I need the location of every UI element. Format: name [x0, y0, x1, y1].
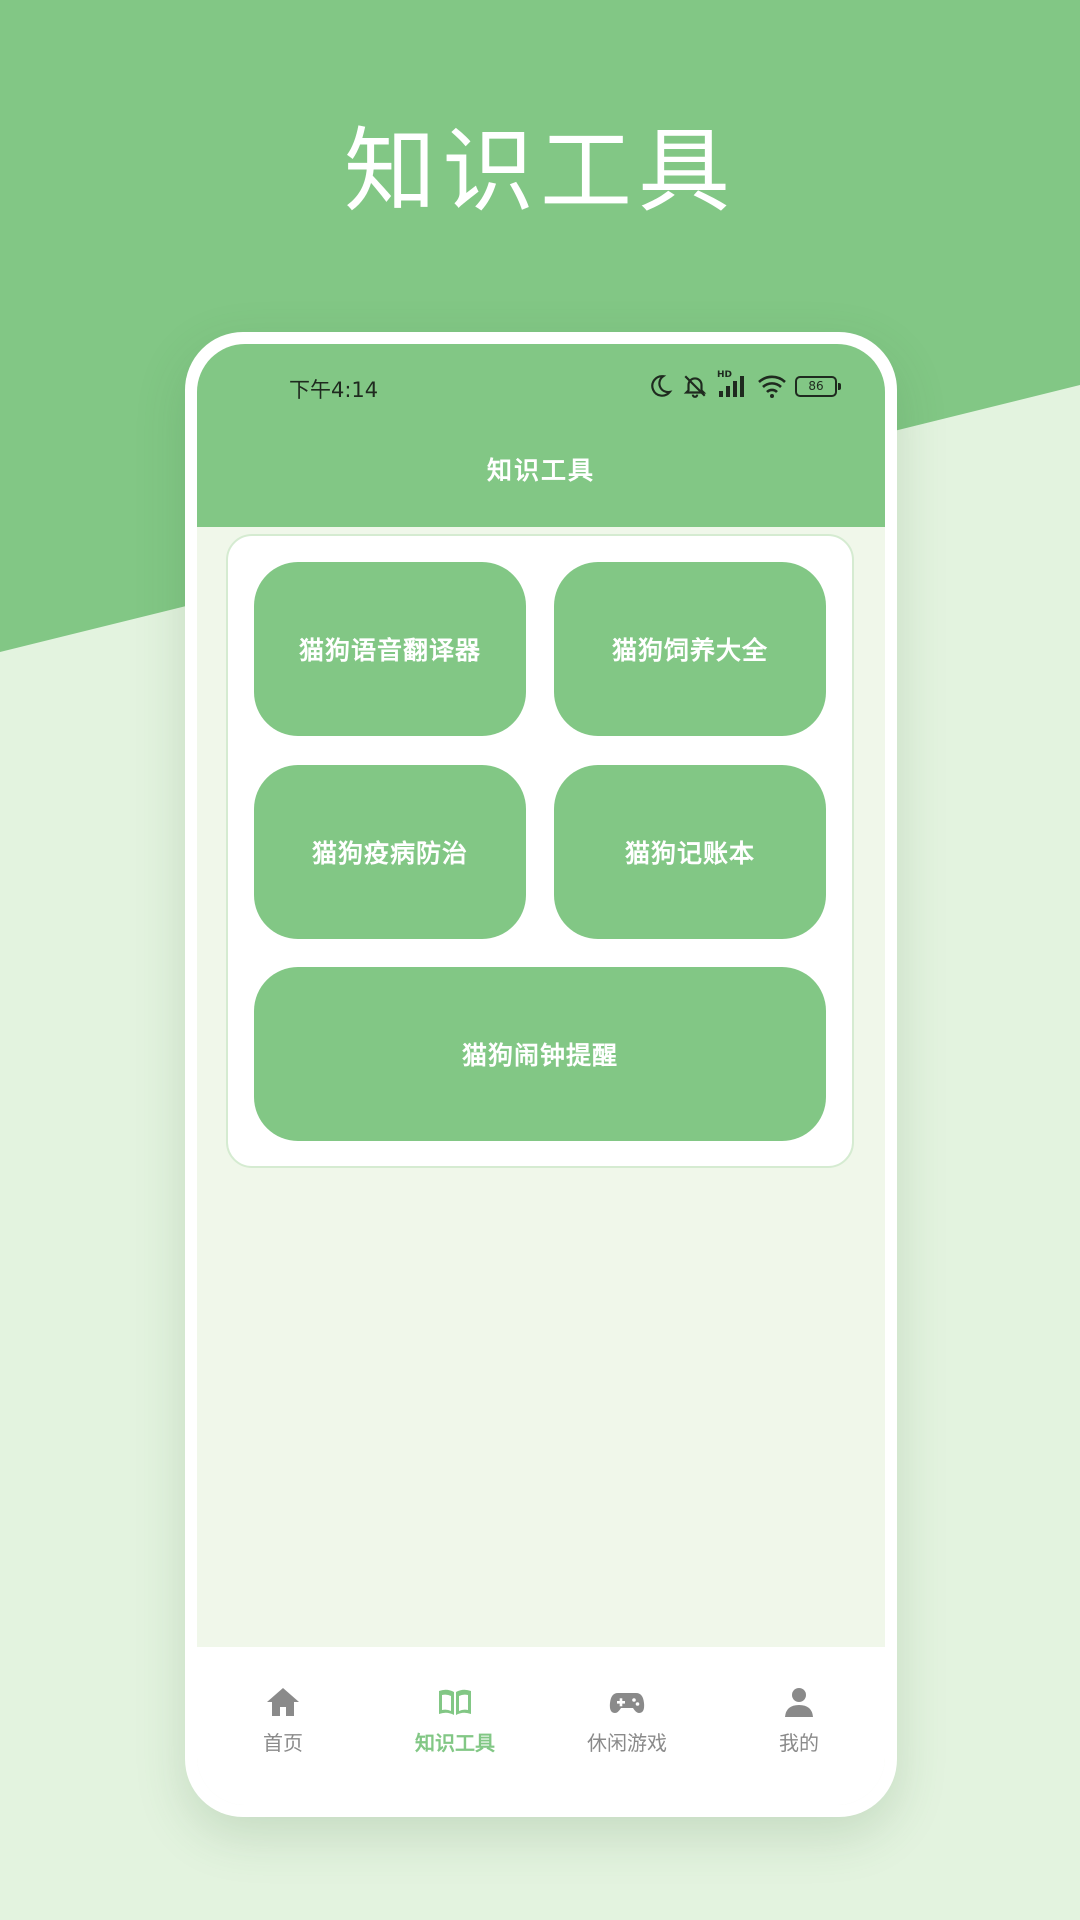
disease-prevention-button[interactable]: 猫狗疫病防治: [254, 765, 526, 939]
tab-games-label: 休闲游戏: [587, 1731, 667, 1755]
cell-signal-icon: HD: [717, 370, 749, 399]
tab-profile[interactable]: 我的: [713, 1647, 885, 1805]
alarm-reminder-button[interactable]: 猫狗闹钟提醒: [254, 967, 826, 1141]
page-title: 知识工具: [486, 456, 595, 485]
tab-profile-label: 我的: [779, 1731, 819, 1755]
phone-mockup: 下午4:14 HD 86 知识工具 猫狗语音翻译器 猫狗饲养大全 猫狗疫病防治 …: [185, 332, 897, 1817]
status-time: 下午4:14: [289, 378, 379, 402]
expense-book-button[interactable]: 猫狗记账本: [554, 765, 826, 939]
app-header: 知识工具: [197, 434, 885, 527]
tab-games[interactable]: 休闲游戏: [541, 1647, 713, 1805]
bell-muted-icon: [683, 375, 707, 398]
status-icons: HD 86: [647, 370, 841, 401]
home-icon: [267, 1688, 299, 1716]
book-icon: [439, 1689, 471, 1715]
tools-card: 猫狗语音翻译器 猫狗饲养大全 猫狗疫病防治 猫狗记账本 猫狗闹钟提醒: [226, 534, 854, 1168]
wifi-icon: [758, 375, 786, 398]
bottom-tab-bar: 首页 知识工具 休闲游戏 我的: [197, 1647, 885, 1805]
feeding-guide-button[interactable]: 猫狗饲养大全: [554, 562, 826, 736]
moon-icon: [651, 375, 673, 397]
person-icon: [785, 1688, 813, 1717]
gamepad-icon: [609, 1693, 645, 1713]
voice-translator-button[interactable]: 猫狗语音翻译器: [254, 562, 526, 736]
battery-icon: 86: [795, 375, 841, 397]
phone-screen: 下午4:14 HD 86 知识工具 猫狗语音翻译器 猫狗饲养大全 猫狗疫病防治 …: [197, 344, 885, 1805]
tab-knowledge-tools-label: 知识工具: [415, 1731, 495, 1755]
tab-home[interactable]: 首页: [197, 1647, 369, 1805]
status-bar: 下午4:14 HD 86: [197, 344, 885, 434]
tab-home-label: 首页: [263, 1731, 303, 1755]
promo-title: 知识工具: [343, 118, 736, 225]
tab-knowledge-tools[interactable]: 知识工具: [369, 1647, 541, 1805]
